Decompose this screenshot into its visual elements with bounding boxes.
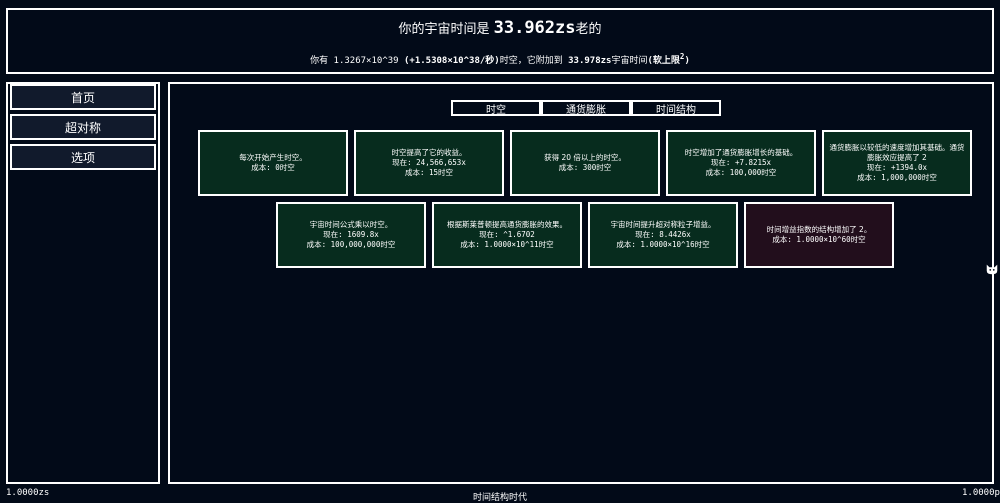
- upgrade-cost: 成本: 1,000,000时空: [857, 173, 937, 182]
- upgrade-card[interactable]: 时空提高了它的收益。 现在: 24,566,653x 成本: 15时空: [354, 130, 504, 196]
- spacetime-amount: 1.3267×10^39: [333, 56, 399, 66]
- universe-age-line: 你的宇宙时间是 33.962zs老的: [8, 18, 992, 38]
- upgrade-desc: 根据斯莱普顿提高通货膨胀的效果。: [447, 220, 567, 229]
- upgrade-card[interactable]: 每次开始产生时空。 成本: 0时空: [198, 130, 348, 196]
- upgrade-cost: 成本: 1.0000×10^60时空: [772, 235, 866, 244]
- spacetime-value: 33.978zs: [568, 56, 612, 66]
- upgrade-desc: 宇宙时间提升超对称粒子增益。: [610, 220, 716, 229]
- upgrade-cost: 成本: 1.0000×10^16时空: [616, 240, 710, 249]
- spacetime-after: 宇宙时间: [611, 56, 648, 66]
- upgrade-cost: 成本: 100,000,000时空: [306, 240, 396, 249]
- spacetime-line: 你有 1.3267×10^39 (+1.5308×10^38/秒)时空，它附加到…: [8, 52, 992, 66]
- upgrade-current: 现在: 24,566,653x: [392, 158, 466, 167]
- upgrade-current: 现在: 8.4426x: [635, 230, 691, 239]
- upgrade-card[interactable]: 通货膨胀以较低的速度增加其基础。通货膨胀效应提高了 2 现在: +1394.0x…: [822, 130, 972, 196]
- main-panel: 时空 通货膨胀 时间结构 每次开始产生时空。 成本: 0时空 时空提高了它的收益…: [168, 82, 994, 484]
- upgrade-desc: 通货膨胀以较低的速度增加其基础。通货膨胀效应提高了 2: [829, 143, 965, 162]
- upgrade-desc: 获得 20 倍以上的时空。: [544, 153, 626, 162]
- sidebar: 首页 超对称 选项: [6, 82, 160, 484]
- upgrade-cost: 成本: 100,000时空: [705, 168, 777, 177]
- sidebar-item-home[interactable]: 首页: [10, 84, 156, 110]
- upgrade-current: 现在: +1394.0x: [866, 163, 928, 172]
- universe-age-value: 33.962zs: [493, 18, 576, 38]
- tab-time-structure[interactable]: 时间结构: [631, 100, 721, 116]
- upgrade-current: 现在: 1609.8x: [323, 230, 379, 239]
- upgrade-card-locked[interactable]: 时间增益指数的结构增加了 2。 成本: 1.0000×10^60时空: [744, 202, 894, 268]
- softcap-label: (软上限2): [647, 52, 690, 66]
- upgrade-desc: 时空提高了它的收益。: [391, 148, 467, 157]
- upgrade-card[interactable]: 根据斯莱普顿提高通货膨胀的效果。 现在: ^1.6702 成本: 1.0000×…: [432, 202, 582, 268]
- sidebar-item-supersymmetry[interactable]: 超对称: [10, 114, 156, 140]
- upgrade-cost: 成本: 300时空: [558, 163, 612, 172]
- spacetime-mid: 时空，它附加到: [499, 56, 569, 66]
- cat-icon[interactable]: [985, 262, 999, 276]
- upgrade-card[interactable]: 获得 20 倍以上的时空。 成本: 300时空: [510, 130, 660, 196]
- tab-spacetime[interactable]: 时空: [451, 100, 541, 116]
- upgrade-cost: 成本: 1.0000×10^11时空: [460, 240, 554, 249]
- upgrade-card[interactable]: 时空增加了通货膨胀增长的基础。 现在: +7.8215x 成本: 100,000…: [666, 130, 816, 196]
- header-panel: 你的宇宙时间是 33.962zs老的 你有 1.3267×10^39 (+1.5…: [6, 8, 994, 74]
- spacetime-rate: (+1.5308×10^38/秒): [404, 56, 500, 66]
- sidebar-item-options[interactable]: 选项: [10, 144, 156, 170]
- upgrade-desc: 时空增加了通货膨胀增长的基础。: [684, 148, 798, 157]
- upgrade-cost: 成本: 0时空: [251, 163, 295, 172]
- upgrade-desc: 每次开始产生时空。: [239, 153, 307, 162]
- upgrade-current: 现在: ^1.6702: [479, 230, 535, 239]
- footer-end-time: 1.0000ps: [962, 488, 1000, 498]
- age-suffix: 老的: [575, 22, 602, 37]
- spacetime-prefix: 你有: [310, 56, 334, 66]
- footer-era-label: 时间结构时代: [472, 493, 527, 503]
- upgrade-card[interactable]: 宇宙时间提升超对称粒子增益。 现在: 8.4426x 成本: 1.0000×10…: [588, 202, 738, 268]
- upgrade-desc: 宇宙时间公式乘以时空。: [309, 220, 393, 229]
- upgrade-current: 现在: +7.8215x: [710, 158, 772, 167]
- upgrade-cost: 成本: 15时空: [404, 168, 454, 177]
- upgrade-card[interactable]: 宇宙时间公式乘以时空。 现在: 1609.8x 成本: 100,000,000时…: [276, 202, 426, 268]
- upgrade-desc: 时间增益指数的结构增加了 2。: [766, 225, 872, 234]
- age-prefix: 你的宇宙时间是: [398, 22, 494, 37]
- tab-inflation[interactable]: 通货膨胀: [541, 100, 631, 116]
